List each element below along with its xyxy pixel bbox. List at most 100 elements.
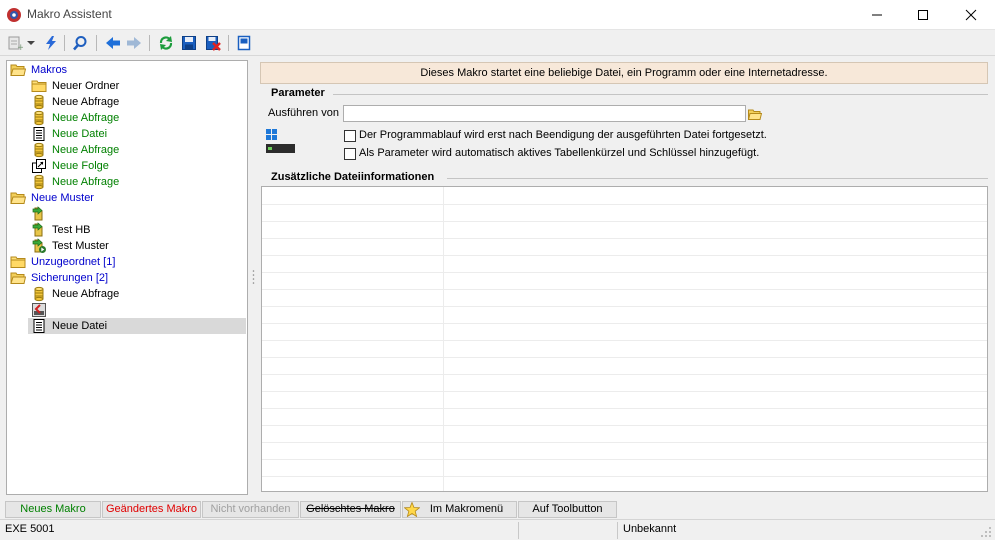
tree-item-label: Neue Muster [31,192,94,204]
tree-item[interactable]: Test HB [28,222,246,238]
tree-item[interactable]: Neue Abfrage [28,110,246,126]
search-icon [73,36,87,51]
append-parameters-checkbox[interactable] [344,148,356,160]
grid-row-line [262,425,987,426]
search-button[interactable] [71,34,89,52]
grid-row-line [262,323,987,324]
tree-item-label: Sicherungen [2] [31,272,109,284]
tree-item[interactable]: Neue Folge [28,158,246,174]
legend-label: Auf Toolbutton [532,503,603,515]
maximize-icon [918,10,928,20]
new-item-button[interactable]: + [6,34,24,52]
close-button[interactable] [948,0,994,30]
maximize-button[interactable] [900,0,946,30]
legend-label: Gelöschtes Makro [306,503,395,515]
tree-item[interactable] [28,206,246,222]
status-exe: EXE 5001 [5,523,55,535]
grid-row-line [262,459,987,460]
minimize-button[interactable] [854,0,900,30]
grid-row-line [262,289,987,290]
screen-button[interactable] [235,34,253,52]
macro-description: Dieses Makro startet eine beliebige Date… [260,62,988,84]
delete-icon [206,36,221,51]
tree-item[interactable]: Neue Abfrage [28,142,246,158]
grid-row-line [262,221,987,222]
parameter-group-title: Parameter [271,87,325,99]
tree-item-label: Neue Abfrage [52,96,120,108]
database-icon [31,110,47,126]
tree-item[interactable] [28,302,246,318]
tree-item-label: Test HB [52,224,91,236]
screen-icon [237,35,251,51]
tree-item-label: Unzugeordnet [1] [31,256,116,268]
tree-item[interactable]: Neue Muster [7,190,246,206]
document-icon [31,126,47,142]
save-button[interactable] [180,34,198,52]
folder-icon [10,254,26,270]
back-button[interactable] [104,34,122,52]
grid-row-line [262,340,987,341]
wait-for-completion-label: Der Programmablauf wird erst nach Beendi… [359,129,767,141]
title-bar: Makro Assistent [0,0,995,30]
toolbar-separator [96,35,97,51]
wait-for-completion-checkbox[interactable] [344,130,356,142]
new-item-dropdown[interactable] [25,34,37,52]
tree-item[interactable]: Neue Abfrage [28,94,246,110]
resize-grip-icon[interactable] [980,526,992,538]
tree-item[interactable]: Neuer Ordner [28,78,246,94]
tree-item-label: Neue Datei [52,320,108,332]
new-item-icon: + [8,36,23,51]
grip-icon [252,270,255,284]
splitter-handle[interactable] [252,268,255,286]
database-icon [31,174,47,190]
legend-label: Geändertes Makro [105,503,198,515]
tree-item[interactable]: Neue Datei [28,318,246,334]
tree-item-label: Neue Folge [52,160,109,172]
pattern-run-icon [31,238,47,254]
pattern-icon [31,222,47,238]
refresh-button[interactable] [157,34,175,52]
svg-text:+: + [17,43,23,51]
lightning-icon [46,36,56,50]
group-divider [447,178,988,179]
legend-item: Neues Makro [5,501,101,518]
status-bar: EXE 5001 Unbekannt [0,519,995,540]
grid-row-line [262,408,987,409]
tree-item[interactable]: Unzugeordnet [1] [7,254,246,270]
folder-icon [31,78,47,94]
program-icon [266,129,295,153]
delete-button[interactable] [204,34,222,52]
file-info-grid[interactable] [261,186,988,492]
grid-row-line [262,238,987,239]
folder-open-icon [10,62,27,78]
grid-row-line [262,357,987,358]
tree-item[interactable]: Neue Abfrage [28,174,246,190]
append-parameters-label: Als Parameter wird automatisch aktives T… [359,147,760,159]
minimize-icon [872,14,882,16]
status-separator [518,522,519,539]
legend-item: Auf Toolbutton [518,501,617,518]
tree-item-label: Neue Abfrage [52,144,120,156]
group-divider [333,94,988,95]
browse-button[interactable] [746,105,764,122]
legend-item: Gelöschtes Makro [300,501,401,518]
grid-row-line [262,306,987,307]
tree-item[interactable]: Test Muster [28,238,246,254]
toolbar-separator [228,35,229,51]
execute-path-input[interactable] [343,105,746,122]
execute-button[interactable] [42,34,60,52]
forward-button[interactable] [125,34,143,52]
macro-tree[interactable]: Makros Neuer Ordner Neue Abfrage Neue Abfra… [6,60,248,495]
arrow-right-icon [127,37,141,49]
tree-item[interactable]: Makros [7,62,246,78]
tree-item[interactable]: Neue Abfrage [28,286,246,302]
tree-item-label: Neuer Ordner [52,80,120,92]
legend-label: Neues Makro [20,503,86,515]
tree-item[interactable]: Sicherungen [2] [7,270,246,286]
folder-open-icon [10,270,27,286]
tree-item[interactable]: Neue Datei [28,126,246,142]
grid-row-line [262,476,987,477]
database-icon [31,94,47,110]
legend-item: Im Makromenü [402,501,517,518]
dropdown-arrow-icon [27,41,35,45]
